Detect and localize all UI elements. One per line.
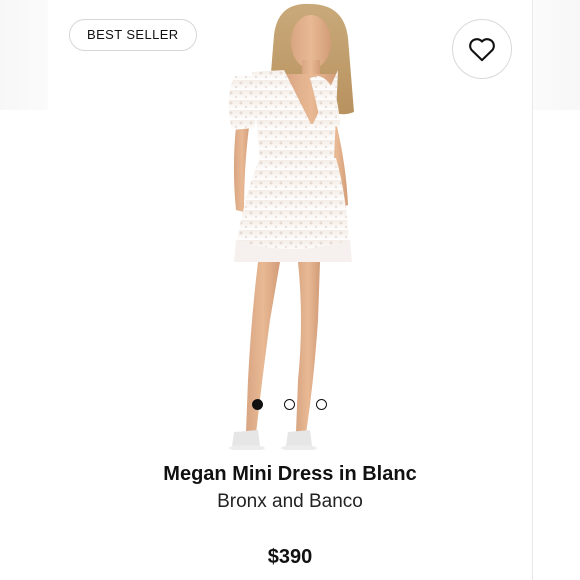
carousel-dot-1[interactable] [252, 399, 263, 410]
card-divider [532, 0, 533, 580]
product-card[interactable]: BEST SELLER Megan Mini Dress in Blanc Br… [48, 0, 532, 580]
adjacent-card-left [0, 0, 48, 110]
product-title[interactable]: Megan Mini Dress in Blanc [48, 463, 532, 486]
heart-icon [469, 38, 495, 62]
product-price: $390 [267, 546, 313, 568]
product-brand[interactable]: Bronx and Banco [48, 491, 532, 513]
carousel-indicators [48, 398, 532, 412]
best-seller-badge: BEST SELLER [69, 19, 197, 51]
product-image[interactable]: BEST SELLER [48, 0, 532, 450]
favorite-button[interactable] [452, 19, 512, 79]
adjacent-card-right [532, 0, 580, 110]
carousel-dot-2[interactable] [284, 399, 295, 410]
carousel-dot-3[interactable] [316, 399, 327, 410]
